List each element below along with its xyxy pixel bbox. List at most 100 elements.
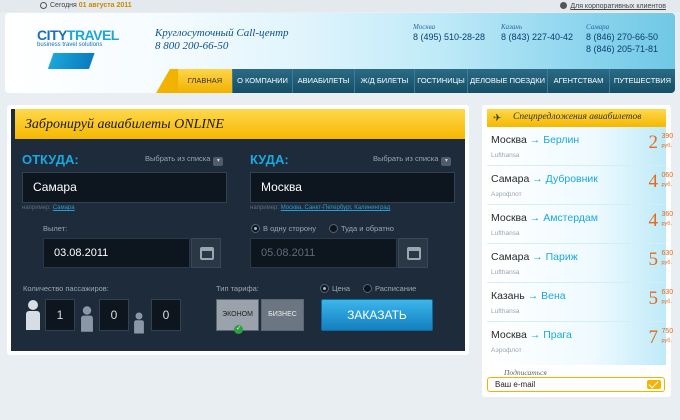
price-currency: руб.: [661, 182, 673, 188]
sort-schedule-label: Расписание: [375, 284, 417, 293]
nav-business-trips[interactable]: ДЕЛОВЫЕ ПОЕЗДКИ: [467, 69, 547, 93]
sort-schedule-radio[interactable]: [363, 284, 372, 293]
offer-to: Париж: [545, 251, 578, 263]
return-date-input[interactable]: 05.08.2011: [250, 238, 397, 268]
offer-item[interactable]: Москва → Берлин Lufthansa 2 390 руб.: [487, 127, 673, 166]
from-pick-list[interactable]: Выбрать из списка ▾: [145, 154, 224, 166]
from-hint-link[interactable]: Самара: [53, 205, 75, 211]
check-icon: ✓: [234, 325, 243, 334]
tariff-business-label: БИЗНЕС: [268, 311, 297, 318]
offer-route: Казань → Вена: [491, 290, 566, 302]
offer-route: Самара → Париж: [491, 251, 578, 263]
offer-route: Москва → Прага: [491, 329, 572, 341]
email-input[interactable]: Ваш e-mail: [487, 377, 665, 392]
to-hint: например: Москва, Санкт-Петербург, Калин…: [250, 205, 390, 211]
call-center-phone: 8 800 200-66-50: [155, 40, 229, 52]
price-main: 5: [648, 249, 659, 270]
nav-home[interactable]: ГЛАВНАЯ: [178, 69, 232, 93]
logo-tagline: business travel solutions: [37, 42, 103, 48]
price-small: 360: [661, 211, 674, 218]
special-offers-header: ✈ Спецпредложения авиабилетов: [487, 109, 666, 127]
nav-rail-tickets[interactable]: Ж/Д БИЛЕТЫ: [354, 69, 414, 93]
depart-calendar-button[interactable]: [191, 238, 221, 268]
offer-to: Берлин: [543, 134, 580, 146]
price-small: 060: [661, 172, 674, 179]
arrow-right-icon: →: [529, 329, 541, 341]
booking-panel: Забронируй авиабилеты ONLINE ОТКУДА: Выб…: [7, 105, 469, 355]
nav-agencies[interactable]: АГЕНТСТВАМ: [547, 69, 609, 93]
city-phone: 8 (846) 270-66-50: [586, 32, 659, 42]
price-main: 2: [648, 132, 659, 153]
email-placeholder: Ваш e-mail: [495, 380, 536, 389]
offer-from: Самара: [491, 173, 530, 185]
date-value: 01 августа 2011: [78, 2, 132, 9]
offer-airline: Lufthansa: [491, 269, 520, 276]
to-hint-links[interactable]: Москва, Санкт-Петербург, Калининград: [281, 205, 391, 211]
city-phone: 8 (495) 510-28-28: [413, 32, 486, 42]
price-main: 4: [648, 210, 659, 231]
tariff-economy-button[interactable]: ЭКОНОМ ✓: [216, 299, 259, 334]
dropdown-icon: ▾: [441, 157, 452, 166]
city-name: Самара: [586, 23, 610, 31]
price-currency: руб.: [661, 338, 673, 344]
return-calendar-button[interactable]: [398, 238, 428, 268]
offer-item[interactable]: Самара → Дубровник Аэрофлот 4 060 руб.: [487, 166, 673, 205]
nav-travel[interactable]: ПУТЕШЕСТВИЯ: [609, 69, 675, 93]
adults-count[interactable]: 1: [45, 299, 75, 331]
plane-icon: ✈: [493, 113, 502, 124]
nav-hotels[interactable]: ГОСТИНИЦЫ: [414, 69, 467, 93]
offer-price: 5 630 руб.: [648, 249, 674, 271]
offer-airline: Аэрофлот: [491, 347, 522, 354]
city-name: Москва: [413, 23, 436, 31]
from-label: ОТКУДА:: [22, 152, 79, 167]
offer-from: Москва: [491, 134, 527, 146]
top-bar: Сегодня 01 августа 2011 Для корпоративны…: [0, 0, 680, 12]
price-small: 390: [661, 133, 674, 140]
tariff-label: Тип тарифа:: [216, 284, 259, 293]
arrow-right-icon: →: [527, 290, 539, 302]
city-phone: 8 (843) 227-40-42: [501, 32, 574, 42]
logo[interactable]: CITYTRAVEL business travel solutions: [29, 27, 141, 71]
booking-title: Забронируй авиабилеты ONLINE: [25, 117, 224, 132]
infants-count[interactable]: 0: [151, 299, 181, 331]
sort-price-label: Цена: [332, 284, 351, 293]
round-trip-radio[interactable]: [329, 224, 338, 233]
price-currency: руб.: [661, 299, 673, 305]
envelope-icon[interactable]: [647, 380, 661, 389]
calendar-icon: [407, 247, 421, 260]
city-samara: Самара 8 (846) 270-66-50 8 (846) 205-71-…: [586, 23, 658, 55]
round-trip-label: Туда и обратно: [341, 224, 394, 233]
corporate-link-label: Для корпоративных клиентов: [570, 3, 666, 10]
offer-to: Амстердам: [543, 212, 598, 224]
sort-price-radio[interactable]: [320, 284, 329, 293]
price-main: 5: [648, 288, 659, 309]
offer-item[interactable]: Казань → Вена Lufthansa 5 630 руб.: [487, 283, 674, 322]
nav-about[interactable]: О КОМПАНИИ: [232, 69, 292, 93]
order-button[interactable]: ЗАКАЗАТЬ: [321, 299, 433, 331]
corporate-clients-link[interactable]: Для корпоративных клиентов: [560, 2, 666, 10]
depart-date-input[interactable]: 03.08.2011: [43, 238, 190, 268]
offer-to: Дубровник: [545, 173, 598, 185]
one-way-label: В одну сторону: [263, 224, 316, 233]
hint-prefix: например:: [250, 205, 280, 211]
offer-item[interactable]: Москва → Прага Аэрофлот 7 750 руб.: [487, 322, 674, 361]
dropdown-icon: ▾: [213, 157, 224, 166]
special-offers-title: Спецпредложения авиабилетов: [513, 112, 642, 122]
to-input[interactable]: Москва: [250, 172, 455, 203]
offer-item[interactable]: Самара → Париж Lufthansa 5 630 руб.: [487, 244, 674, 283]
one-way-radio[interactable]: [251, 224, 260, 233]
children-count[interactable]: 0: [99, 299, 129, 331]
offer-price: 5 630 руб.: [648, 288, 674, 310]
arrow-right-icon: →: [529, 134, 541, 146]
offer-price: 7 750 руб.: [649, 327, 674, 349]
tariff-business-button[interactable]: БИЗНЕС: [261, 299, 304, 331]
to-pick-list[interactable]: Выбрать из списка ▾: [373, 154, 452, 166]
tariff-economy-label: ЭКОНОМ: [222, 311, 253, 318]
price-currency: руб.: [661, 221, 673, 227]
nav-air-tickets[interactable]: АВИАБИЛЕТЫ: [292, 69, 354, 93]
from-input[interactable]: Самара: [22, 172, 227, 203]
price-small: 630: [661, 250, 674, 257]
offer-item[interactable]: Москва → Амстердам Lufthansa 4 360 руб.: [487, 205, 673, 244]
price-currency: руб.: [661, 143, 673, 149]
site-header: CITYTRAVEL business travel solutions Кру…: [5, 13, 675, 93]
